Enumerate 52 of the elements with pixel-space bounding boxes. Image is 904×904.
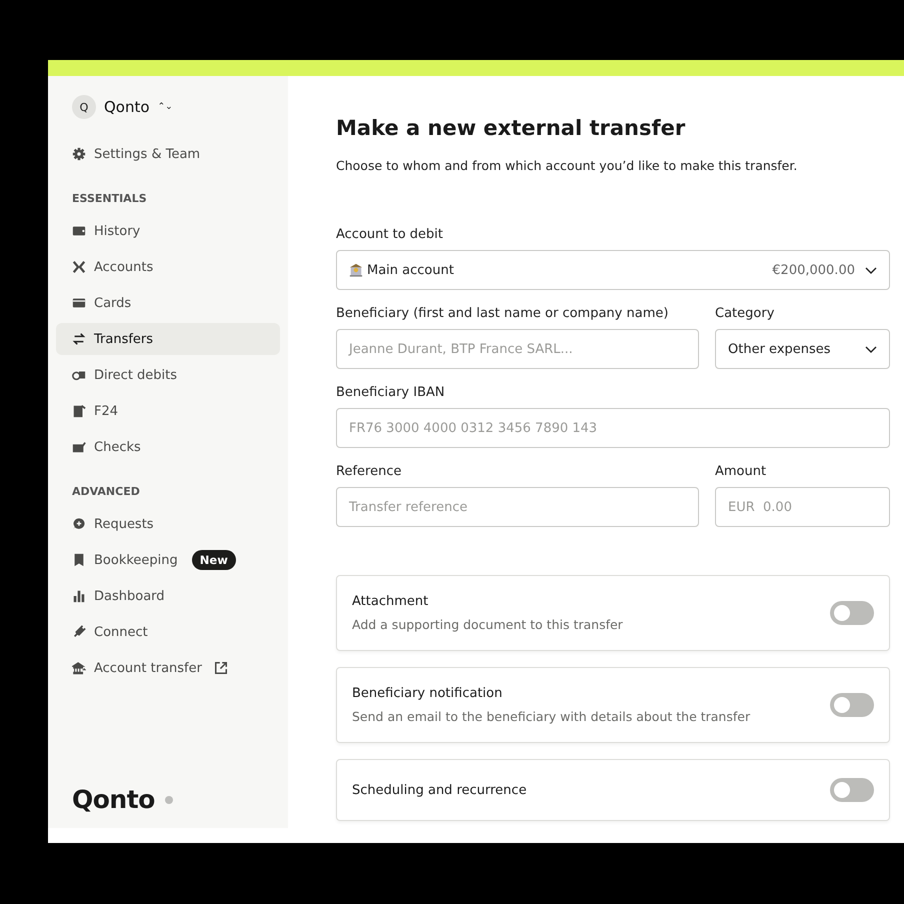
nav-icon	[72, 625, 86, 639]
switch-icon[interactable]: ⌃⌄	[158, 102, 173, 112]
toggle-switch[interactable]	[830, 778, 874, 802]
field-label: Beneficiary IBAN	[336, 385, 446, 400]
nav-item[interactable]: Transfers	[56, 323, 280, 355]
field-label: Category	[715, 306, 776, 321]
status-dot	[164, 796, 173, 804]
new-badge: New	[192, 550, 236, 570]
field-label: Reference	[336, 464, 402, 479]
org-avatar: Q	[72, 95, 96, 119]
option-title: Scheduling and recurrence	[352, 782, 527, 798]
nav-icon	[72, 404, 86, 418]
nav-icon	[72, 440, 86, 454]
page-title: Make a new external transfer	[336, 116, 686, 140]
nav-item[interactable]: Cards	[56, 287, 280, 319]
nav-item[interactable]: Requests	[56, 508, 280, 540]
bank-icon	[349, 263, 363, 277]
nav-item[interactable]: F24	[56, 395, 280, 427]
section-heading: ESSENTIALS	[71, 192, 148, 205]
nav-icon	[72, 224, 86, 238]
page-subtitle: Choose to whom and from which account you’d like to make this transfer.	[336, 158, 798, 173]
nav-item[interactable]: Account transfer	[56, 652, 280, 684]
nav-item[interactable]: Bookkeeping New	[56, 544, 280, 576]
nav-item[interactable]: Connect	[56, 616, 280, 648]
nav-item[interactable]: History	[56, 215, 280, 247]
nav-item[interactable]: Checks	[56, 431, 280, 463]
brand-logo: Qonto	[72, 785, 155, 814]
section-heading: ADVANCED	[71, 485, 141, 498]
nav-icon	[72, 553, 86, 567]
nav-icon	[72, 332, 86, 346]
settings-icon	[72, 147, 86, 161]
account-select[interactable]: Main account €200,000.00	[336, 250, 890, 290]
nav-item[interactable]: Direct debits	[56, 359, 280, 391]
option-title: Attachment	[352, 594, 430, 609]
nav-item[interactable]: Dashboard	[56, 580, 280, 612]
nav-item[interactable]: Accounts	[56, 251, 280, 283]
toggle-switch[interactable]	[830, 601, 874, 625]
settings-link[interactable]: Settings & Team	[56, 138, 280, 170]
field-label: Account to debit	[336, 227, 444, 242]
toggle-switch[interactable]	[830, 693, 874, 717]
field-label: Amount	[715, 464, 768, 479]
nav-icon	[72, 661, 86, 675]
nav-icon	[72, 517, 86, 531]
nav-icon	[72, 260, 86, 274]
option-description: Add a supporting document to this transfer	[352, 617, 623, 632]
nav-icon	[72, 296, 86, 310]
org-name[interactable]: Qonto	[104, 98, 150, 116]
category-select[interactable]: Other expenses	[715, 329, 890, 369]
option-title: Beneficiary notification	[352, 686, 504, 701]
field-label: Beneficiary (first and last name or company name)	[336, 306, 670, 321]
option-description: Send an email to the beneficiary with details about the transfer	[352, 709, 750, 724]
nav-icon	[72, 589, 86, 603]
